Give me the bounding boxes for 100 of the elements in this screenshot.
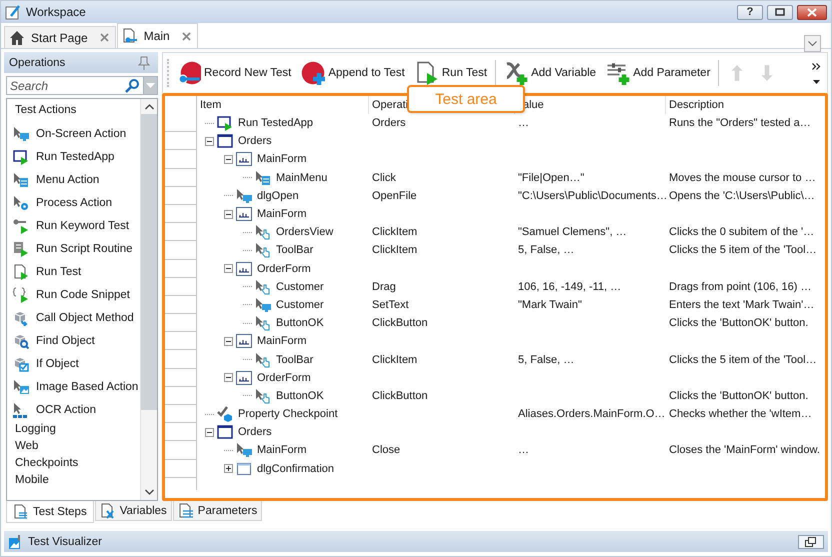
- row-header[interactable]: [165, 441, 197, 460]
- operation-item[interactable]: Call Object Method: [13, 306, 140, 329]
- close-icon[interactable]: [100, 33, 109, 42]
- scrollbar[interactable]: [140, 99, 157, 500]
- cursor-hand-icon: [255, 352, 271, 368]
- row-header[interactable]: [165, 460, 197, 478]
- category-item[interactable]: Logging: [15, 421, 140, 438]
- search-input[interactable]: Search: [7, 77, 124, 94]
- operation-item[interactable]: Process Action: [13, 191, 140, 214]
- panel-tab[interactable]: Parameters: [172, 501, 262, 521]
- dropdown-button[interactable]: [144, 76, 158, 95]
- operation-item[interactable]: If Object: [13, 352, 140, 375]
- row-header[interactable]: [165, 114, 197, 132]
- cursor-ocr-icon: [13, 402, 29, 418]
- row-header[interactable]: [165, 150, 197, 169]
- close-button[interactable]: [797, 4, 827, 20]
- category-item[interactable]: Mobile: [15, 472, 140, 489]
- value-text: 5, False, …: [518, 354, 574, 366]
- document-tab[interactable]: Start Page: [4, 26, 116, 48]
- collapse-icon[interactable]: [224, 264, 233, 274]
- column-header[interactable]: Item: [197, 96, 369, 114]
- item-name: OrdersView: [276, 226, 334, 238]
- operation-text: ClickButton: [372, 317, 428, 330]
- caret-icon: [808, 41, 817, 46]
- operation-item[interactable]: Run Code Snippet: [13, 283, 140, 306]
- row-header[interactable]: [165, 260, 197, 278]
- cursor-image-icon: [13, 378, 29, 394]
- toolbar-button[interactable]: Add Variable: [502, 61, 598, 85]
- search-icon: [124, 78, 140, 94]
- row-header[interactable]: [165, 332, 197, 350]
- panel-tab[interactable]: Test Steps: [6, 501, 94, 523]
- float-button[interactable]: [798, 534, 824, 548]
- toolbar-button[interactable]: Record New Test: [175, 61, 294, 85]
- item-name: MainForm: [257, 335, 307, 348]
- collapse-icon[interactable]: [224, 373, 233, 382]
- cursor-monitor-icon: [13, 126, 29, 142]
- help-button[interactable]: ?: [737, 4, 763, 20]
- row-header[interactable]: [165, 241, 197, 260]
- cursor-hand-icon: [255, 278, 271, 295]
- close-icon[interactable]: [182, 32, 191, 40]
- cursor-hand-icon: [255, 315, 271, 332]
- row-header[interactable]: [165, 386, 197, 405]
- row-header[interactable]: [165, 168, 197, 187]
- caret-icon[interactable]: [813, 80, 820, 84]
- row-header[interactable]: [165, 296, 197, 314]
- form-icon: [236, 206, 252, 222]
- collapse-icon[interactable]: [224, 336, 233, 346]
- collapse-icon[interactable]: [205, 136, 214, 146]
- collapse-icon[interactable]: [224, 210, 233, 219]
- operation-item[interactable]: Find Object: [13, 329, 140, 352]
- panel-tab[interactable]: Variables: [94, 501, 172, 521]
- scroll-up-icon[interactable]: [144, 104, 154, 110]
- row-header[interactable]: [165, 405, 197, 424]
- double-chevron-icon[interactable]: [812, 62, 821, 70]
- item-name: MainForm: [257, 208, 307, 220]
- row-header[interactable]: [165, 186, 197, 205]
- operation-item[interactable]: OCR Action: [13, 398, 140, 421]
- operation-item[interactable]: Image Based Action: [13, 375, 140, 398]
- row-header[interactable]: [165, 368, 197, 387]
- dialog-window-icon: [236, 460, 252, 477]
- search-field[interactable]: Search: [6, 76, 144, 95]
- document-tab[interactable]: Main: [116, 23, 198, 48]
- cube-check-icon: [13, 356, 29, 372]
- windows-icon: [805, 536, 817, 546]
- value-text: …: [518, 117, 529, 130]
- operation-item[interactable]: Run Script Routine: [13, 237, 140, 260]
- row-header[interactable]: [165, 132, 197, 150]
- value-text: …: [518, 444, 529, 456]
- row-header[interactable]: [165, 278, 197, 296]
- category-item[interactable]: Checkpoints: [15, 455, 140, 472]
- cursor-hand-icon: [255, 388, 271, 404]
- caret-icon: [146, 83, 155, 88]
- operation-item[interactable]: Run Keyword Test: [13, 214, 140, 237]
- dropdown-button[interactable]: [804, 35, 821, 52]
- panel-title: Test Visualizer: [28, 536, 102, 548]
- cursor-monitor-icon: [255, 296, 271, 313]
- column-header[interactable]: Description: [666, 96, 825, 114]
- operation-item[interactable]: Run TestedApp: [13, 145, 140, 168]
- row-header[interactable]: [165, 350, 197, 369]
- category-item[interactable]: Web: [15, 438, 140, 455]
- scrollbar-thumb[interactable]: [141, 114, 157, 410]
- collapse-icon[interactable]: [224, 154, 233, 164]
- description-text: Enters the text 'Mark Twain'…: [669, 298, 814, 311]
- document-key-icon: [122, 28, 138, 44]
- operation-item[interactable]: On-Screen Action: [13, 122, 140, 145]
- row-header[interactable]: [165, 204, 197, 224]
- operation-item[interactable]: Menu Action: [13, 168, 140, 191]
- row-header[interactable]: [165, 314, 197, 332]
- toolbar-button[interactable]: Append to Test: [299, 61, 407, 85]
- collapse-icon[interactable]: [205, 428, 214, 437]
- category-item[interactable]: Test Actions: [15, 102, 140, 119]
- toolbar-button[interactable]: Run Test: [412, 61, 490, 85]
- operation-item[interactable]: Run Test: [13, 260, 140, 283]
- restore-button[interactable]: [767, 4, 793, 20]
- expand-icon[interactable]: [224, 464, 233, 474]
- toolbar-button[interactable]: Add Parameter: [604, 61, 712, 85]
- row-header[interactable]: [165, 223, 197, 242]
- row-header[interactable]: [165, 423, 197, 442]
- scroll-down-icon[interactable]: [144, 489, 154, 495]
- cursor-list-icon: [255, 170, 271, 186]
